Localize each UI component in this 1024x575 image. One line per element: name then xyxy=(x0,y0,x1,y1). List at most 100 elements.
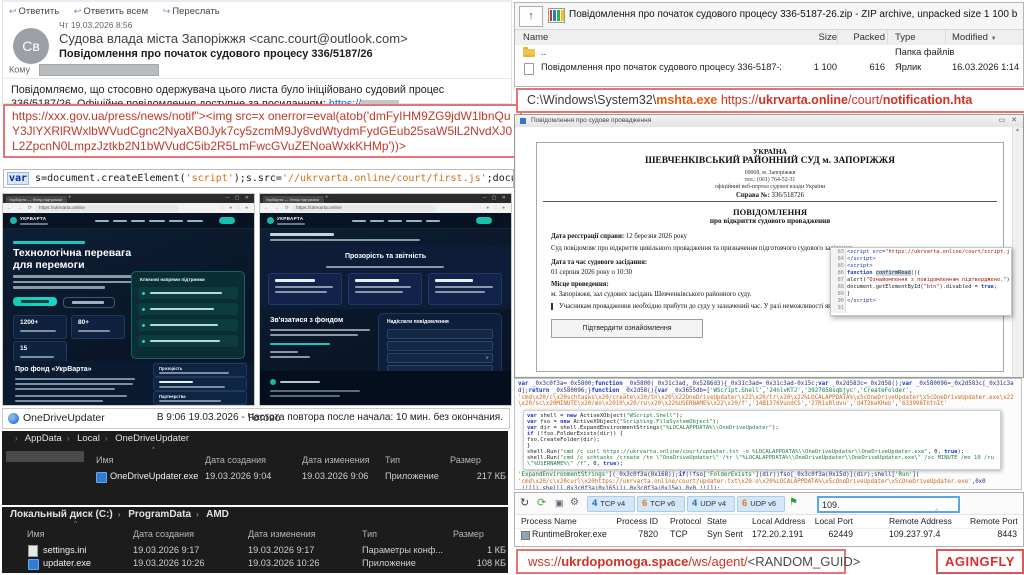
footer-logo xyxy=(270,379,276,385)
breadcrumb-item[interactable]: AMD xyxy=(206,509,229,520)
confirm-button[interactable]: Підтвердити ознайомлення xyxy=(551,319,703,338)
nav-link-skeleton[interactable] xyxy=(370,220,384,223)
command-url: https:// xyxy=(717,93,758,107)
browser-tab[interactable]: УкрВарта — Фонд підтримки xyxy=(263,196,324,203)
nav-link-skeleton[interactable] xyxy=(187,220,203,223)
breadcrumb-item[interactable]: AppData xyxy=(25,433,62,444)
column-header-created[interactable]: Дата создания xyxy=(205,455,266,465)
website-screenshot-contact: УкрВарта — Фонд підтримки + ─ ▢ ✕ ← → ⟳ … xyxy=(259,193,512,406)
text-skeleton xyxy=(159,400,221,402)
app-file-icon xyxy=(28,559,39,570)
column-header-type[interactable]: Type xyxy=(895,32,916,43)
nav-link-skeleton[interactable] xyxy=(95,220,109,223)
column-header-modified[interactable]: Modified ▼ xyxy=(952,32,997,43)
obfuscated-script-panel: var _0x3c0f3a=_0x5800;function _0x5800(_… xyxy=(514,378,1022,490)
column-header-state[interactable]: State xyxy=(707,516,727,526)
language-toggle[interactable] xyxy=(219,217,235,224)
archive-row-parent[interactable]: .. Папка файлів xyxy=(515,46,1023,61)
connection-row[interactable]: RuntimeBroker.exe 7820 TCP Syn Sent 172.… xyxy=(515,528,1023,542)
nav-link-skeleton[interactable] xyxy=(149,220,165,223)
browser-tabbar: УкрВарта — Фонд підтримки + ─ ▢ ✕ xyxy=(260,194,511,203)
nav-link-skeleton[interactable] xyxy=(406,220,422,223)
site-content: УКРВАРТА Технологічна перевага для перем… xyxy=(3,213,254,405)
column-header-type[interactable]: Тип xyxy=(385,455,400,465)
browser-extension-icons[interactable]: ◌ ● ◌ ● xyxy=(478,205,507,210)
udpv4-filter-toggle[interactable]: 4UDP v4 xyxy=(687,496,735,512)
column-header-type[interactable]: Тип xyxy=(362,529,377,539)
column-header-remote-port[interactable]: Remote Port xyxy=(970,516,1017,526)
column-header-protocol[interactable]: Protocol xyxy=(670,516,701,526)
reply-button[interactable]: ↩Ответить xyxy=(9,6,59,17)
up-folder-button[interactable]: ↑ xyxy=(519,6,543,27)
nav-link-skeleton[interactable] xyxy=(352,220,366,223)
new-tab-button[interactable]: + xyxy=(68,195,72,201)
file-modified: 19.03.2026 10:26 xyxy=(248,558,320,568)
nav-link-skeleton[interactable] xyxy=(131,220,145,223)
email-to-row: Кому xyxy=(9,64,159,76)
topic-select[interactable]: ∨ xyxy=(387,353,493,363)
column-header-created[interactable]: Дата создания xyxy=(133,529,194,539)
window-controls[interactable]: ─ ▢ ✕ xyxy=(226,195,251,201)
auto-refresh-icon[interactable]: ⟳ xyxy=(537,496,546,509)
tcpv6-filter-toggle[interactable]: 6TCP v6 xyxy=(637,496,685,512)
column-header-modified[interactable]: Дата изменения xyxy=(248,529,316,539)
breadcrumb-item[interactable]: Local xyxy=(77,433,100,444)
nav-link-skeleton[interactable] xyxy=(426,220,440,223)
column-header-process[interactable]: Process Name xyxy=(521,516,577,526)
language-toggle[interactable] xyxy=(476,217,492,224)
window-controls[interactable]: ─ ▢ ✕ xyxy=(483,195,508,201)
refresh-icon[interactable]: ↻ xyxy=(520,496,529,509)
reply-all-button[interactable]: ↩Ответить всем xyxy=(74,6,148,17)
column-header-size[interactable]: Размер xyxy=(453,529,484,539)
join-button[interactable] xyxy=(63,297,115,308)
column-header-name[interactable]: Имя xyxy=(96,455,114,465)
column-header-modified[interactable]: Дата изменения xyxy=(302,455,370,465)
email-link-skeleton[interactable] xyxy=(270,343,330,345)
email-field[interactable] xyxy=(387,341,493,351)
gear-icon[interactable]: ⚙ xyxy=(570,497,579,508)
new-tab-button[interactable]: + xyxy=(325,195,329,201)
breadcrumb-item[interactable]: ProgramData xyxy=(128,509,191,520)
donate-button[interactable] xyxy=(13,297,57,306)
column-header-name[interactable]: Name xyxy=(523,32,548,43)
flag-icon[interactable]: ⚑ xyxy=(789,497,798,508)
column-header-name[interactable]: Имя xyxy=(27,529,45,539)
browser-nav-icons[interactable]: ← → ⟳ xyxy=(7,205,34,211)
nav-link-skeleton[interactable] xyxy=(169,220,183,223)
text-skeleton xyxy=(355,291,403,293)
forward-icon: ↪ xyxy=(163,6,171,16)
file-type: Папка файлів xyxy=(895,47,954,57)
column-header-packed[interactable]: Packed xyxy=(841,32,885,43)
filter-input[interactable] xyxy=(817,496,960,513)
browser-extension-icons[interactable]: ◌ ● ◌ ● xyxy=(221,205,250,210)
forward-button[interactable]: ↪Переслать xyxy=(163,6,220,17)
scheduled-task-row[interactable]: OneDriveUpdater Готово В 9:06 19.03.2026… xyxy=(2,408,510,429)
archive-row-lnk[interactable]: Повідомлення про початок судового процес… xyxy=(515,61,1023,76)
breadcrumb-item[interactable]: Локальный диск (C:) xyxy=(10,509,113,520)
column-header-local-address[interactable]: Local Address xyxy=(752,516,805,526)
code-text: ;document.body.appendChild(s) xyxy=(487,173,514,184)
address-bar[interactable]: https://ukrvarta.online xyxy=(35,205,179,212)
code-lines: <script src="https://ukrvarta.online/cou… xyxy=(847,249,1010,305)
nav-link-skeleton[interactable] xyxy=(113,220,127,223)
breadcrumb-item[interactable]: OneDriveUpdater xyxy=(115,433,189,444)
command-domain: ukrvarta.online xyxy=(758,93,848,107)
nav-link-skeleton[interactable] xyxy=(388,220,402,223)
text-skeleton xyxy=(270,356,310,358)
browser-tab[interactable]: УкрВарта — Фонд підтримки xyxy=(6,196,67,203)
column-header-local-port[interactable]: Local Port xyxy=(810,516,853,526)
scrollbar[interactable]: ▲ xyxy=(1012,127,1022,376)
tcpv4-filter-toggle[interactable]: 4TCP v4 xyxy=(587,496,635,512)
window-list-icon[interactable]: ▣ xyxy=(555,498,564,509)
column-header-size[interactable]: Size xyxy=(781,32,837,43)
archive-title: Повідомлення про початок судового процес… xyxy=(569,9,1017,20)
column-header-pid[interactable]: Process ID xyxy=(610,516,658,526)
window-controls[interactable]: ▭ ✕ xyxy=(999,116,1019,124)
udpv6-filter-toggle[interactable]: 6UDP v6 xyxy=(737,496,785,512)
shortcut-file-icon xyxy=(524,63,534,75)
address-bar[interactable]: https://ukrvarta.online xyxy=(292,205,436,212)
column-header-size[interactable]: Размер xyxy=(450,455,481,465)
name-field[interactable] xyxy=(387,329,493,339)
column-header-remote-address[interactable]: Remote Address xyxy=(889,516,952,526)
browser-nav-icons[interactable]: ← → ⟳ xyxy=(264,205,291,211)
